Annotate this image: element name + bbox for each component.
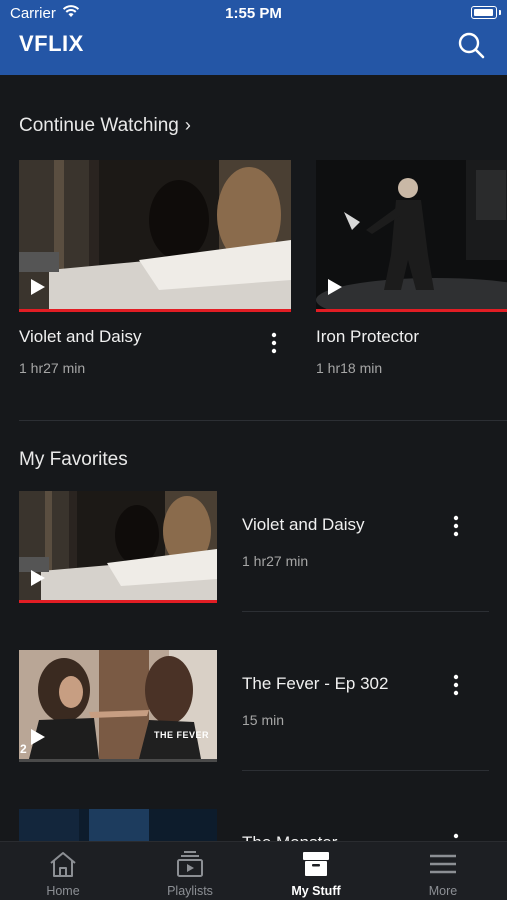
video-title: Iron Protector [316,327,419,346]
the-fever-thumbnail-image [19,650,217,759]
video-duration: 1 hr27 min [242,553,309,569]
tab-my-stuff[interactable]: My Stuff [253,842,379,900]
tab-playlists[interactable]: Playlists [127,842,253,900]
battery-icon [471,6,501,19]
video-title: The Fever - Ep 302 [242,674,389,693]
violet-daisy-thumbnail-image [19,491,217,600]
tab-home[interactable]: Home [0,842,126,900]
section-title: My Favorites [19,449,128,470]
chevron-right-icon: › [184,115,191,135]
continue-card[interactable]: Iron Protector 1 hr18 min [316,160,507,376]
play-icon[interactable] [31,279,45,295]
video-title: The Monster [242,833,337,841]
video-duration: 1 hr18 min [316,360,383,376]
tab-more[interactable]: More [380,842,506,900]
menu-icon [430,854,456,874]
tab-label: Home [46,884,80,898]
playlists-icon [177,851,203,877]
video-duration: 15 min [242,712,285,728]
status-bar: Carrier 1:55 PM [0,0,507,28]
violet-daisy-thumbnail-image [19,160,291,309]
play-icon[interactable] [31,570,45,586]
tab-label: More [428,884,458,898]
tab-label: Playlists [167,884,213,898]
home-icon [50,852,76,877]
more-options-icon[interactable] [449,515,463,537]
more-options-icon[interactable] [449,833,463,841]
continue-card[interactable]: Violet and Daisy 1 hr27 min [19,160,291,376]
my-stuff-icon [303,852,329,876]
section-title: Continue Watching [19,115,179,136]
iron-protector-thumbnail-image [316,160,507,309]
main-content[interactable]: Continue Watching › Violet and Daisy 1 hr… [0,75,507,841]
video-thumbnail[interactable] [19,491,217,603]
video-title: Violet and Daisy [19,327,142,346]
favorite-row[interactable]: THE FEVER 2 The Fever - Ep 302 15 min [19,650,489,771]
video-thumbnail[interactable]: THE FEVER 2 [19,650,217,762]
continue-watching-header[interactable]: Continue Watching › [19,115,191,137]
play-icon[interactable] [31,729,45,745]
tab-bar: Home Playlists My Stuff More [0,841,507,900]
the-monster-thumbnail-image [19,809,217,841]
app-header: Carrier 1:55 PM VFLIX [0,0,507,75]
favorite-row[interactable]: The Monster [19,809,489,841]
row-divider [242,770,489,771]
video-title: Violet and Daisy [242,515,365,534]
row-divider [242,611,489,612]
search-icon[interactable] [457,31,485,59]
more-options-icon[interactable] [449,674,463,696]
video-thumbnail[interactable] [19,160,291,312]
video-thumbnail[interactable] [19,809,217,841]
thumbnail-number: 2 [20,742,27,756]
tab-label: My Stuff [291,884,341,898]
clock: 1:55 PM [225,5,282,22]
thumbnail-caption: THE FEVER [153,730,209,740]
video-duration: 1 hr27 min [19,360,86,376]
app-title: VFLIX [19,31,84,56]
play-icon[interactable] [328,279,342,295]
section-divider [19,420,507,421]
video-thumbnail[interactable] [316,160,507,312]
more-options-icon[interactable] [267,332,281,354]
favorite-row[interactable]: Violet and Daisy 1 hr27 min [19,491,489,612]
